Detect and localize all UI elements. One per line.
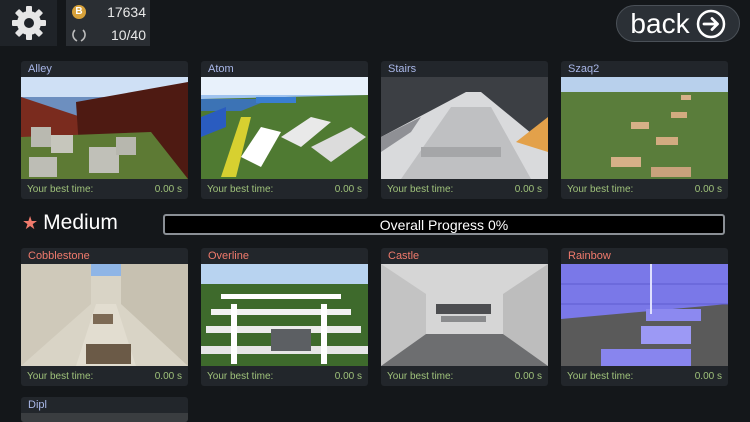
best-time-label: Your best time: xyxy=(207,183,274,195)
coin-icon: B xyxy=(72,4,86,19)
best-time-value: 0.00 s xyxy=(514,183,542,195)
best-time-value: 0.00 s xyxy=(154,183,182,195)
best-time-value: 0.00 s xyxy=(694,183,722,195)
level-name: Rainbow xyxy=(568,250,611,262)
settings-button[interactable] xyxy=(0,0,57,46)
overall-progress-bar: Overall Progress 0% xyxy=(163,214,725,235)
best-time-label: Your best time: xyxy=(27,183,94,195)
best-time-value: 0.00 s xyxy=(694,370,722,382)
level-card-dipl[interactable]: Dipl xyxy=(21,397,188,422)
levels-row: 10/40 xyxy=(66,23,150,46)
level-card-szaq2[interactable]: Szaq2 Your best time: 0.00 s xyxy=(561,61,728,199)
level-name: Stairs xyxy=(388,63,417,75)
level-thumbnail xyxy=(21,413,188,422)
level-name: Alley xyxy=(28,63,52,75)
level-card-overline[interactable]: Overline Your best time: 0.00 s xyxy=(201,248,368,386)
levels-completed: 10/40 xyxy=(110,26,146,43)
progress-label: Overall Progress 0% xyxy=(379,216,509,233)
best-time-value: 0.00 s xyxy=(334,183,362,195)
level-card-rainbow[interactable]: Rainbow Your best time: 0.00 s xyxy=(561,248,728,386)
coins-row: B 17634 xyxy=(66,0,150,23)
level-name: Szaq2 xyxy=(568,63,600,75)
level-card-alley[interactable]: Alley Your best time: 0.00 s xyxy=(21,61,188,199)
best-time-value: 0.00 s xyxy=(514,370,542,382)
best-time-value: 0.00 s xyxy=(334,370,362,382)
best-time-label: Your best time: xyxy=(387,370,454,382)
level-name: Dipl xyxy=(28,399,47,411)
back-label: back xyxy=(630,7,690,39)
level-card-stairs[interactable]: Stairs Your best time: 0.00 s xyxy=(381,61,548,199)
best-time-label: Your best time: xyxy=(567,183,634,195)
best-time-label: Your best time: xyxy=(387,183,454,195)
level-thumbnail xyxy=(201,77,368,179)
level-thumbnail xyxy=(21,77,188,179)
gear-icon xyxy=(11,6,46,40)
arrow-right-circle-icon xyxy=(696,9,725,38)
best-time-label: Your best time: xyxy=(207,370,274,382)
level-thumbnail xyxy=(381,77,548,179)
level-thumbnail xyxy=(201,264,368,366)
level-name: Overline xyxy=(208,250,249,262)
back-button[interactable]: back xyxy=(616,5,740,42)
level-thumbnail xyxy=(561,77,728,179)
level-name: Atom xyxy=(208,63,234,75)
level-card-castle[interactable]: Castle Your best time: 0.00 s xyxy=(381,248,548,386)
stats-panel: B 17634 10/40 xyxy=(66,0,150,46)
coin-count: 17634 xyxy=(107,3,146,20)
best-time-value: 0.00 s xyxy=(154,370,182,382)
level-card-cobblestone[interactable]: Cobblestone Your best time: 0.00 s xyxy=(21,248,188,386)
level-name: Castle xyxy=(388,250,420,262)
best-time-label: Your best time: xyxy=(27,370,94,382)
level-card-atom[interactable]: Atom Your best time: 0.00 s xyxy=(201,61,368,199)
star-icon: ★ xyxy=(22,212,39,233)
best-time-label: Your best time: xyxy=(567,370,634,382)
section-title-medium: ★ Medium xyxy=(22,211,118,235)
section-title-text: Medium xyxy=(43,211,118,234)
level-name: Cobblestone xyxy=(28,250,90,262)
laurel-icon xyxy=(72,28,86,42)
level-thumbnail xyxy=(561,264,728,366)
level-thumbnail xyxy=(21,264,188,366)
level-thumbnail xyxy=(381,264,548,366)
